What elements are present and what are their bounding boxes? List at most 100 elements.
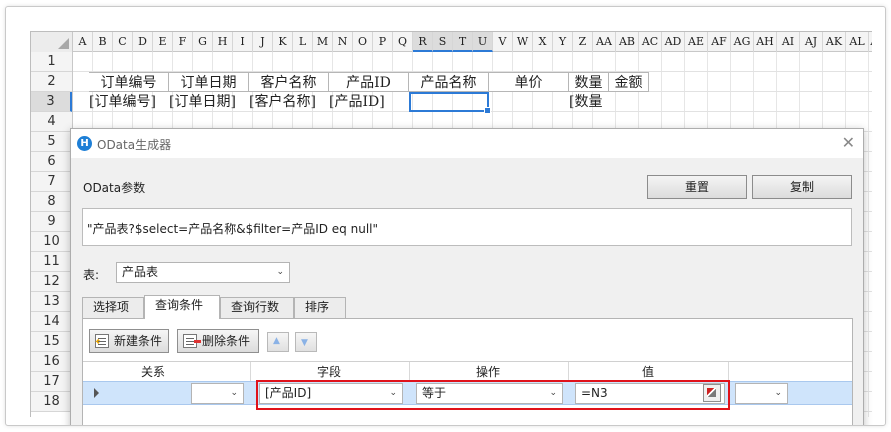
dialog-title: OData生成器 <box>97 138 172 152</box>
cell-b2[interactable]: 订单编号 <box>89 72 169 92</box>
row-header-12[interactable]: 12 <box>31 272 72 292</box>
cell-n3[interactable]: [产品ID] <box>329 92 409 112</box>
active-cell-r3[interactable] <box>409 92 491 114</box>
column-header-a[interactable]: A <box>73 32 93 52</box>
column-header-b[interactable]: B <box>93 32 113 52</box>
column-field: 字段 <box>316 365 341 379</box>
column-header-t[interactable]: T <box>453 32 473 52</box>
column-header-d[interactable]: D <box>133 32 153 52</box>
odata-params-label: OData参数 <box>83 181 146 195</box>
column-header-r[interactable]: R <box>413 32 433 52</box>
row-header-1[interactable]: 1 <box>31 52 72 72</box>
row-header-15[interactable]: 15 <box>31 332 72 352</box>
column-separator <box>728 362 729 382</box>
cell-f2[interactable]: 订单日期 <box>169 72 249 92</box>
column-header-l[interactable]: L <box>293 32 313 52</box>
column-header-am[interactable]: AM <box>869 32 872 52</box>
column-header-w[interactable]: W <box>513 32 533 52</box>
cell-z3[interactable]: [数量 <box>569 92 609 112</box>
add-condition-button[interactable]: ✦ 新建条件 <box>89 329 169 353</box>
row-header-16[interactable]: 16 <box>31 352 72 372</box>
cell-ab2[interactable]: 金额 <box>609 72 649 92</box>
column-header-s[interactable]: S <box>433 32 453 52</box>
column-header-ac[interactable]: AC <box>639 32 662 52</box>
odata-query-textbox[interactable]: "产品表?$select=产品名称&$filter=产品ID eq null" <box>82 208 852 246</box>
row-header-17[interactable]: 17 <box>31 372 72 392</box>
cell-z2[interactable]: 数量 <box>569 72 609 92</box>
condition-row[interactable]: ⌄ [产品ID] ⌄ 等于 ⌄ =N3 ⌄ <box>83 380 852 410</box>
column-header-k[interactable]: K <box>273 32 293 52</box>
tab-select-items[interactable]: 选择项 <box>82 297 144 318</box>
tab-sort[interactable]: 排序 <box>294 297 346 318</box>
column-header-aa[interactable]: AA <box>593 32 616 52</box>
column-header-g[interactable]: G <box>193 32 213 52</box>
close-icon[interactable]: ✕ <box>842 133 855 152</box>
row-header-10[interactable]: 10 <box>31 232 72 252</box>
reset-button[interactable]: 重置 <box>647 175 747 199</box>
column-header-ag[interactable]: AG <box>731 32 754 52</box>
column-header-ah[interactable]: AH <box>754 32 777 52</box>
row-header-9[interactable]: 9 <box>31 212 72 232</box>
cell-f3[interactable]: [订单日期] <box>169 92 249 112</box>
row-header-18[interactable]: 18 <box>31 392 72 412</box>
cell-b3[interactable]: [订单编号] <box>89 92 169 112</box>
row-header-8[interactable]: 8 <box>31 192 72 212</box>
column-header-aj[interactable]: AJ <box>800 32 823 52</box>
column-header-e[interactable]: E <box>153 32 173 52</box>
row-header-11[interactable]: 11 <box>31 252 72 272</box>
column-header-q[interactable]: Q <box>393 32 413 52</box>
row-header-5[interactable]: 5 <box>31 132 72 152</box>
move-up-button[interactable]: ▲ <box>267 332 289 352</box>
extra-select[interactable]: ⌄ <box>735 383 788 404</box>
column-header-ak[interactable]: AK <box>823 32 846 52</box>
column-header-v[interactable]: V <box>493 32 513 52</box>
arrow-down-icon: ▼ <box>301 338 308 348</box>
formula-picker-icon[interactable] <box>703 384 721 402</box>
operation-select[interactable]: 等于 ⌄ <box>416 383 563 404</box>
column-header-n[interactable]: N <box>333 32 353 52</box>
column-header-m[interactable]: M <box>313 32 333 52</box>
move-down-button[interactable]: ▼ <box>295 332 317 352</box>
cell-n2[interactable]: 产品ID <box>329 72 409 92</box>
row-header-13[interactable]: 13 <box>31 292 72 312</box>
table-select[interactable]: 产品表 ⌄ <box>116 262 290 283</box>
field-select[interactable]: [产品ID] ⌄ <box>259 383 403 404</box>
screenshot-frame: A B C D E F G H I J K L M N O P Q R S T U V W X Y Z AA AB AC AD AE AF AG… <box>5 6 886 426</box>
select-all-corner[interactable] <box>31 32 73 52</box>
row-header-3[interactable]: 3 <box>31 92 72 112</box>
cell-v2[interactable]: 单价 <box>489 72 569 92</box>
column-header-u[interactable]: U <box>473 32 493 52</box>
row-header-4[interactable]: 4 <box>31 112 72 132</box>
column-header-o[interactable]: O <box>353 32 373 52</box>
delete-condition-button[interactable]: 删除条件 <box>177 329 259 353</box>
column-header-ab[interactable]: AB <box>616 32 639 52</box>
cell-r2[interactable]: 产品名称 <box>409 72 489 92</box>
add-condition-label: 新建条件 <box>114 334 163 348</box>
column-header-al[interactable]: AL <box>846 32 869 52</box>
cell-j2[interactable]: 客户名称 <box>249 72 329 92</box>
column-header-j[interactable]: J <box>253 32 273 52</box>
column-header-f[interactable]: F <box>173 32 193 52</box>
column-header-ad[interactable]: AD <box>662 32 685 52</box>
row-header-14[interactable]: 14 <box>31 312 72 332</box>
relation-select[interactable]: ⌄ <box>191 383 244 404</box>
column-header-c[interactable]: C <box>113 32 133 52</box>
copy-button[interactable]: 复制 <box>752 175 852 199</box>
column-header-ae[interactable]: AE <box>685 32 708 52</box>
operation-select-value: 等于 <box>422 386 447 400</box>
column-header-y[interactable]: Y <box>553 32 573 52</box>
tab-query-conditions[interactable]: 查询条件 <box>144 295 220 319</box>
row-header-6[interactable]: 6 <box>31 152 72 172</box>
tab-query-rows[interactable]: 查询行数 <box>220 297 294 318</box>
cell-j3[interactable]: [客户名称] <box>249 92 329 112</box>
chevron-down-icon: ⌄ <box>276 267 284 277</box>
column-header-i[interactable]: I <box>233 32 253 52</box>
column-header-x[interactable]: X <box>533 32 553 52</box>
column-header-ai[interactable]: AI <box>777 32 800 52</box>
row-header-7[interactable]: 7 <box>31 172 72 192</box>
column-header-h[interactable]: H <box>213 32 233 52</box>
column-header-z[interactable]: Z <box>573 32 593 52</box>
row-header-2[interactable]: 2 <box>31 72 72 92</box>
column-header-p[interactable]: P <box>373 32 393 52</box>
column-header-af[interactable]: AF <box>708 32 731 52</box>
